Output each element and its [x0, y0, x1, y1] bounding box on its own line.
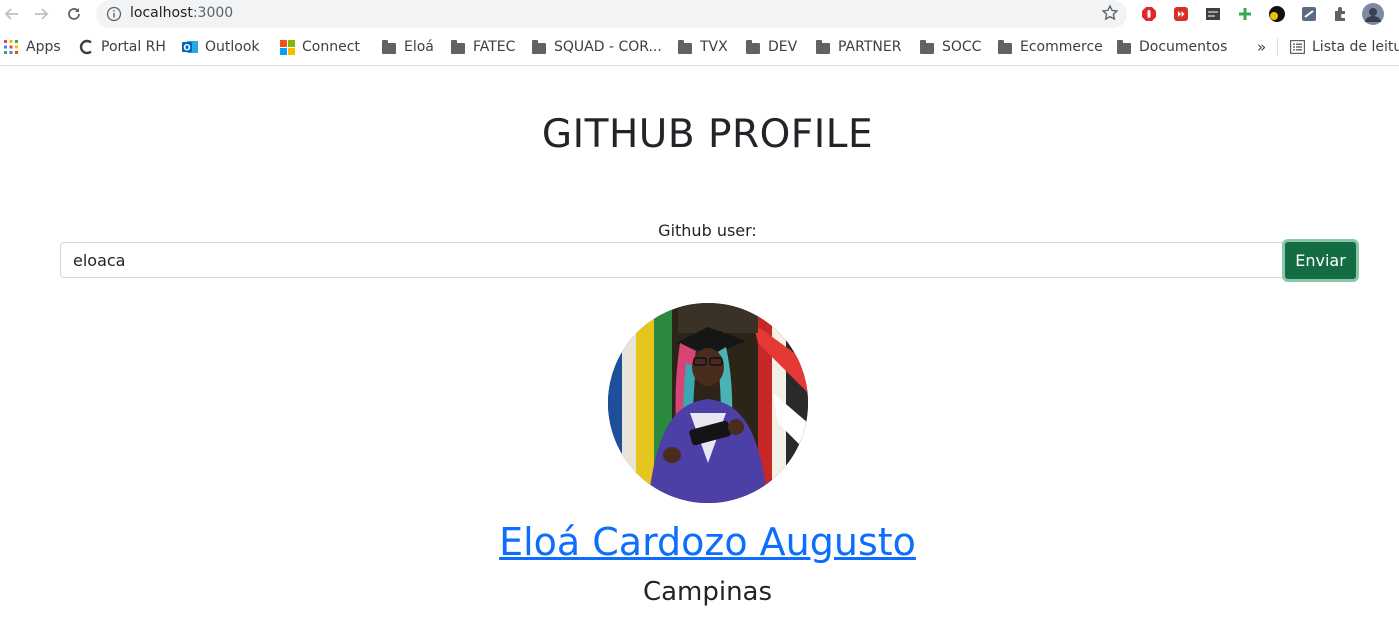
folder-icon — [745, 39, 761, 55]
folder-icon — [381, 39, 397, 55]
bookmark-label: PARTNER — [838, 39, 902, 55]
outlook-icon: O — [182, 39, 198, 55]
url-text: localhost:3000 — [130, 5, 233, 21]
profile-location: Campinas — [642, 577, 773, 607]
bookmark-apps[interactable]: Apps — [3, 37, 61, 57]
reload-icon — [68, 8, 80, 20]
submit-button[interactable]: Enviar — [1282, 239, 1359, 282]
reading-list-button[interactable]: Lista de leitu — [1289, 37, 1399, 57]
blue-extension-icon[interactable] — [1300, 5, 1318, 23]
bookmark-folder-documentos[interactable]: Documentos — [1116, 37, 1227, 57]
arrow-left-icon — [4, 8, 18, 20]
plus-extension-icon[interactable] — [1236, 5, 1254, 23]
puzzle-extensions-icon[interactable] — [1331, 5, 1349, 23]
bookmark-folder-ecommerce[interactable]: Ecommerce — [997, 37, 1103, 57]
folder-icon — [1116, 39, 1132, 55]
back-button[interactable] — [2, 4, 22, 24]
bookmark-label: Eloá — [404, 39, 434, 55]
folder-icon — [531, 39, 547, 55]
bookmark-portal-rh[interactable]: Portal RH — [78, 37, 166, 57]
bookmarks-bar: Apps Portal RH O Outlook Connect Eloá FA… — [0, 29, 1399, 66]
bookmark-connect[interactable]: Connect — [279, 37, 360, 57]
folder-icon — [997, 39, 1013, 55]
github-user-label: Github user: — [658, 221, 757, 240]
microsoft-icon — [279, 39, 295, 55]
jsd-extension-icon[interactable] — [1268, 5, 1286, 23]
profile-avatar-icon[interactable] — [1362, 3, 1384, 25]
media-extension-icon[interactable] — [1172, 5, 1190, 23]
adblock-extension-icon[interactable] — [1140, 5, 1158, 23]
forward-button[interactable] — [31, 4, 51, 24]
profile-avatar — [608, 303, 808, 503]
address-bar[interactable]: localhost:3000 — [96, 0, 1127, 28]
bookmark-label: Apps — [26, 39, 61, 55]
bookmark-label: SOCC — [942, 39, 982, 55]
bookmark-label: Outlook — [205, 39, 260, 55]
arrow-right-icon — [35, 8, 49, 20]
url-host: localhost — [130, 5, 193, 21]
bookmark-folder-partner[interactable]: PARTNER — [815, 37, 901, 57]
folder-icon — [450, 39, 466, 55]
bookmark-folder-tvx[interactable]: TVX — [677, 37, 728, 57]
svg-text:O: O — [183, 44, 190, 54]
bookmark-folder-squad[interactable]: SQUAD - COR... — [531, 37, 662, 57]
bookmark-star-icon[interactable] — [1101, 4, 1119, 22]
browser-toolbar: localhost:3000 — [0, 0, 1399, 29]
reading-list-icon — [1289, 39, 1305, 55]
bookmark-label: SQUAD - COR... — [554, 39, 662, 55]
url-port: :3000 — [192, 5, 234, 21]
bookmark-label: TVX — [700, 39, 728, 55]
bookmark-label: Connect — [302, 39, 360, 55]
reading-list-label: Lista de leitu — [1312, 39, 1399, 55]
profile-name: Eloá Cardozo Augusto — [0, 520, 1399, 564]
folder-icon — [815, 39, 831, 55]
portal-rh-icon — [78, 39, 94, 55]
bookmark-outlook[interactable]: O Outlook — [182, 37, 260, 57]
bookmarks-overflow-button[interactable]: » — [1257, 37, 1266, 57]
bookmark-folder-fatec[interactable]: FATEC — [450, 37, 515, 57]
bookmark-label: FATEC — [473, 39, 516, 55]
reload-button[interactable] — [64, 4, 84, 24]
bookmark-folder-dev[interactable]: DEV — [745, 37, 797, 57]
github-user-input[interactable] — [60, 242, 1285, 278]
bookmark-folder-socc[interactable]: SOCC — [919, 37, 981, 57]
bookmarks-divider — [1277, 38, 1278, 56]
profile-name-link[interactable]: Eloá Cardozo Augusto — [499, 520, 916, 564]
overflow-chevron-icon: » — [1257, 38, 1267, 56]
new-extension-icon[interactable] — [1204, 5, 1222, 23]
bookmark-folder-eloa[interactable]: Eloá — [381, 37, 434, 57]
bookmark-label: Portal RH — [101, 39, 166, 55]
bookmark-label: DEV — [768, 39, 798, 55]
apps-grid-icon — [3, 39, 19, 55]
page-title: GITHUB PROFILE — [541, 112, 874, 157]
folder-icon — [919, 39, 935, 55]
bookmark-label: Documentos — [1139, 39, 1228, 55]
info-icon — [106, 6, 122, 22]
folder-icon — [677, 39, 693, 55]
bookmark-label: Ecommerce — [1020, 39, 1103, 55]
